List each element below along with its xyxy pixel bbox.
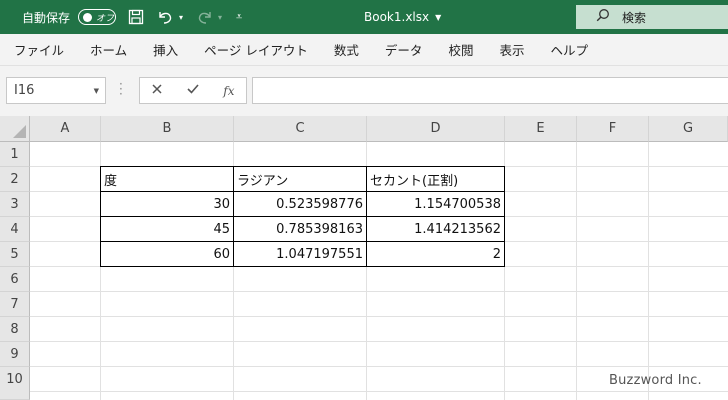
column-header-g[interactable]: G xyxy=(649,116,728,142)
table-cell[interactable]: 1.154700538 xyxy=(367,192,504,217)
title-bar: 自動保存 オフ ▾ ▾ ⩡ Book1.xlsx ▼ 検索 xyxy=(0,0,728,34)
column-header-d[interactable]: D xyxy=(367,116,505,142)
undo-dropdown-icon[interactable]: ▾ xyxy=(179,0,183,34)
gridline xyxy=(504,142,505,400)
ribbon-tabs: ファイル ホーム 挿入 ページ レイアウト 数式 データ 校閲 表示 ヘルプ xyxy=(0,34,728,66)
column-header-a[interactable]: A xyxy=(30,116,101,142)
tab-view[interactable]: 表示 xyxy=(486,40,537,59)
formula-buttons: fx xyxy=(139,77,247,104)
redo-dropdown-icon[interactable]: ▾ xyxy=(218,0,222,34)
gridline xyxy=(30,316,728,317)
formula-bar: I16 ▼ · · · fx xyxy=(0,66,728,116)
column-header-e[interactable]: E xyxy=(505,116,577,142)
gridline xyxy=(30,391,728,392)
table-cell[interactable]: 45 xyxy=(101,217,233,242)
tab-file[interactable]: ファイル xyxy=(0,40,77,59)
customize-toolbar-icon[interactable]: ⩡ xyxy=(236,0,242,34)
row-header-9[interactable]: 9 xyxy=(0,342,30,367)
row-header-1[interactable]: 1 xyxy=(0,142,30,167)
splitter-handle[interactable]: · · · xyxy=(119,78,123,100)
table-border xyxy=(100,241,505,242)
autosave-toggle[interactable]: オフ xyxy=(78,9,116,25)
table-border xyxy=(100,216,505,217)
row-header-6[interactable]: 6 xyxy=(0,267,30,292)
name-box-value: I16 xyxy=(14,83,35,98)
table-cell[interactable]: 1.414213562 xyxy=(367,217,504,242)
column-header-b[interactable]: B xyxy=(101,116,234,142)
search-icon xyxy=(596,8,610,26)
toggle-knob xyxy=(83,12,92,22)
save-icon[interactable] xyxy=(128,0,144,34)
gridline xyxy=(30,291,728,292)
table-cell[interactable]: 60 xyxy=(101,242,233,267)
tab-help[interactable]: ヘルプ xyxy=(537,40,601,59)
column-header-f[interactable]: F xyxy=(577,116,649,142)
redo-icon[interactable] xyxy=(196,0,214,34)
document-title-text: Book1.xlsx xyxy=(364,10,430,24)
undo-icon[interactable] xyxy=(156,0,174,34)
search-label: 検索 xyxy=(622,10,647,25)
autosave-label: 自動保存 xyxy=(22,10,71,25)
tab-home[interactable]: ホーム xyxy=(77,40,140,59)
formula-input[interactable] xyxy=(252,77,728,104)
table-cell[interactable]: 1.047197551 xyxy=(234,242,366,267)
row-header-10[interactable]: 10 xyxy=(0,367,30,400)
row-header-5[interactable]: 5 xyxy=(0,242,30,267)
chevron-down-icon: ▼ xyxy=(435,12,442,22)
table-header-secant[interactable]: セカント(正割) xyxy=(367,167,504,192)
search-box[interactable]: 検索 xyxy=(576,5,728,29)
watermark: Buzzword Inc. xyxy=(609,373,702,388)
tab-formulas[interactable]: 数式 xyxy=(321,40,372,59)
table-cell[interactable]: 0.785398163 xyxy=(234,217,366,242)
gridline xyxy=(648,142,649,400)
table-cell[interactable]: 2 xyxy=(367,242,504,267)
document-title[interactable]: Book1.xlsx ▼ xyxy=(364,0,441,34)
select-all-button[interactable] xyxy=(0,116,30,142)
tab-insert[interactable]: 挿入 xyxy=(140,40,191,59)
column-header-c[interactable]: C xyxy=(234,116,367,142)
table-header-radian[interactable]: ラジアン xyxy=(234,167,366,192)
table-header-degree[interactable]: 度 xyxy=(101,167,233,192)
tab-data[interactable]: データ xyxy=(372,40,436,59)
row-header-2[interactable]: 2 xyxy=(0,167,30,192)
name-box[interactable]: I16 ▼ xyxy=(6,77,106,104)
row-header-8[interactable]: 8 xyxy=(0,317,30,342)
table-cell[interactable]: 30 xyxy=(101,192,233,217)
tab-review[interactable]: 校閲 xyxy=(435,40,486,59)
select-all-triangle-icon xyxy=(13,125,26,138)
gridline xyxy=(576,142,577,400)
confirm-icon[interactable] xyxy=(186,83,200,99)
table-cell[interactable]: 0.523598776 xyxy=(234,192,366,217)
cancel-icon[interactable] xyxy=(151,83,163,99)
table-border xyxy=(100,191,505,192)
gridline xyxy=(30,341,728,342)
worksheet-grid: A B C D E F G 1 2 3 4 5 6 7 8 9 10 度 ラジア… xyxy=(0,116,728,400)
chevron-down-icon[interactable]: ▼ xyxy=(94,87,99,95)
tab-page-layout[interactable]: ページ レイアウト xyxy=(191,40,321,59)
row-header-3[interactable]: 3 xyxy=(0,192,30,217)
row-header-7[interactable]: 7 xyxy=(0,292,30,317)
gridline xyxy=(30,366,728,367)
autosave-state: オフ xyxy=(96,13,115,24)
insert-function-icon[interactable]: fx xyxy=(223,84,234,98)
row-header-4[interactable]: 4 xyxy=(0,217,30,242)
